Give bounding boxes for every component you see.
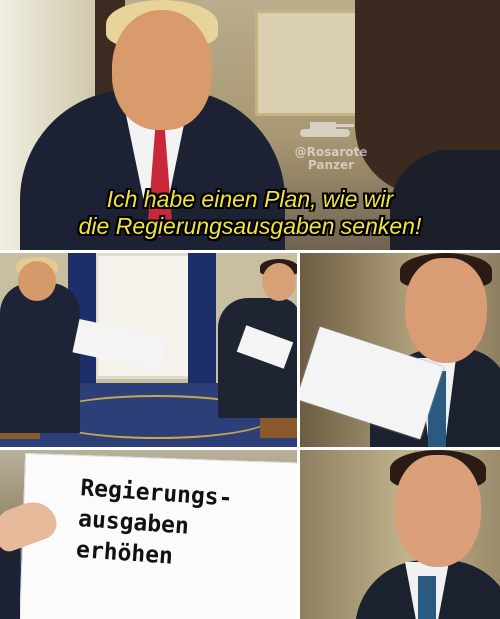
person-right-head — [262, 263, 296, 301]
panel-4-paper-close-up: Regierungs- ausgaben erhöhen — [0, 450, 297, 619]
interviewer-tie — [418, 576, 436, 619]
paper-note-text: Regierungs- ausgaben erhöhen — [75, 473, 281, 580]
panel-3-interviewer-takes-paper — [300, 253, 500, 447]
curtain-right — [188, 253, 216, 393]
caption-line-1: Ich habe einen Plan, wie wir — [106, 186, 394, 212]
top-caption: Ich habe einen Plan, wie wir die Regieru… — [0, 186, 500, 240]
panel-1-trump-close-up: @Rosarote Panzer Ich habe einen Plan, wi… — [0, 0, 500, 250]
person-left-head — [18, 261, 56, 301]
panel-2-handing-paper-wide-shot — [0, 253, 297, 447]
panel-5-interviewer-reaction — [300, 450, 500, 619]
caption-line-2: die Regierungsausgaben senken! — [78, 213, 422, 239]
watermark-text: @Rosarote Panzer — [286, 146, 376, 172]
watermark-line-2: Panzer — [307, 158, 355, 172]
interviewer-face — [405, 258, 487, 363]
person-left — [0, 283, 80, 433]
interviewer-face — [395, 455, 481, 567]
tank-watermark-icon — [300, 122, 354, 137]
face — [112, 10, 212, 130]
